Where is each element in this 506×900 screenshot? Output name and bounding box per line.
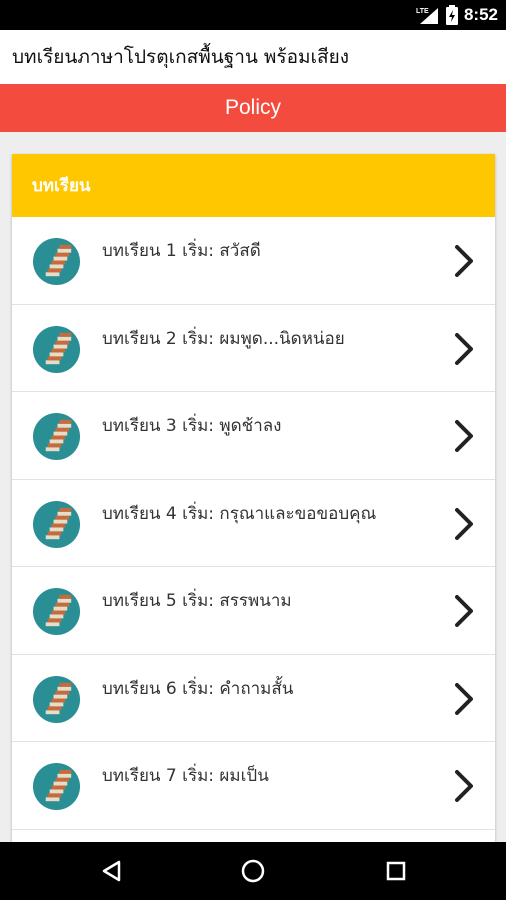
lesson-item-3[interactable]: บทเรียน 3 เริ่ม: พูดช้าลง — [12, 392, 495, 480]
lesson-list: บทเรียน 1 เริ่ม: สวัสดี บทเรียน 2 เริ่ม:… — [12, 217, 495, 830]
lesson-item-7[interactable]: บทเรียน 7 เริ่ม: ผมเป็น — [12, 742, 495, 830]
lesson-label: บทเรียน 6 เริ่ม: คำถามสั้น — [102, 678, 294, 699]
chevron-right-icon — [455, 595, 473, 627]
battery-icon — [445, 5, 458, 25]
chevron-right-icon — [455, 245, 473, 277]
lesson-label: บทเรียน 4 เริ่ม: กรุณาและขอขอบคุณ — [102, 503, 377, 524]
status-icons: LTE 8:52 — [416, 0, 498, 30]
nav-bar — [0, 842, 506, 900]
chevron-right-icon — [455, 420, 473, 452]
home-button[interactable] — [223, 842, 283, 900]
card-header: บทเรียน — [12, 154, 495, 217]
lesson-label: บทเรียน 3 เริ่ม: พูดช้าลง — [102, 416, 282, 436]
stairs-icon — [32, 587, 81, 636]
chevron-right-icon — [455, 682, 473, 715]
lesson-item-5[interactable]: บทเรียน 5 เริ่ม: สรรพนาม — [12, 567, 495, 655]
app-title-bar: บทเรียนภาษาโปรตุเกสพื้นฐาน พร้อมเสียง — [0, 30, 506, 84]
lte-signal-icon: LTE — [416, 8, 438, 24]
card-header-title: บทเรียน — [32, 176, 91, 196]
back-icon — [102, 860, 121, 882]
recents-icon — [386, 861, 406, 881]
app-title: บทเรียนภาษาโปรตุเกสพื้นฐาน พร้อมเสียง — [12, 46, 350, 68]
lesson-item-4[interactable]: บทเรียน 4 เริ่ม: กรุณาและขอขอบคุณ — [12, 479, 495, 567]
home-icon — [241, 859, 265, 883]
back-button[interactable] — [82, 842, 142, 900]
lesson-label: บทเรียน 7 เริ่ม: ผมเป็น — [102, 766, 269, 786]
chevron-right-icon — [455, 770, 473, 802]
chevron-right-icon — [455, 507, 473, 540]
chevron-right-icon — [455, 332, 473, 365]
lesson-item-1[interactable]: บทเรียน 1 เริ่ม: สวัสดี — [12, 217, 495, 305]
stairs-icon — [32, 412, 81, 461]
lesson-label: บทเรียน 2 เริ่ม: ผมพูด...นิดหน่อย — [102, 328, 345, 349]
lesson-item-6[interactable]: บทเรียน 6 เริ่ม: คำถามสั้น — [12, 654, 495, 742]
lessons-card: บทเรียน บทเรียน 1 เริ่ม: สวัสดี บทเรียน … — [12, 154, 495, 854]
stairs-icon — [32, 675, 81, 723]
lesson-label: บทเรียน 1 เริ่ม: สวัสดี — [102, 241, 261, 261]
stairs-icon — [32, 500, 81, 548]
status-bar: LTE 8:52 — [0, 0, 506, 30]
stairs-icon — [32, 237, 81, 286]
policy-label: Policy — [224, 96, 282, 119]
svg-text:LTE: LTE — [416, 8, 429, 15]
policy-button[interactable]: Policy — [0, 84, 506, 132]
lesson-item-2[interactable]: บทเรียน 2 เริ่ม: ผมพูด...นิดหน่อย — [12, 304, 495, 392]
lesson-label: บทเรียน 5 เริ่ม: สรรพนาม — [102, 591, 292, 611]
stairs-icon — [32, 325, 81, 373]
recents-button[interactable] — [366, 842, 426, 900]
status-time: 8:52 — [463, 5, 498, 24]
stairs-icon — [32, 762, 81, 811]
